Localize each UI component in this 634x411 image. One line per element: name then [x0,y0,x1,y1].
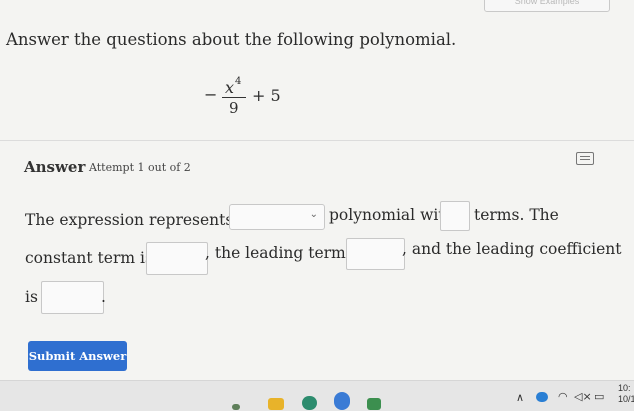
variable: x [225,78,235,97]
battery-icon[interactable]: ▭ [594,390,604,403]
clock-date: 10/1 [618,394,634,404]
denominator: 9 [229,99,239,117]
chrome-icon[interactable] [334,392,350,410]
polynomial-type-select[interactable]: ⌄ [229,204,325,230]
sentence-part-7: is [25,288,38,306]
keyboard-icon[interactable] [576,152,594,165]
fraction-bar [222,97,246,98]
leading-coefficient-input[interactable] [41,281,104,314]
sentence-part-6: , and the leading coefficient [402,240,622,258]
submit-answer-button[interactable]: Submit Answer [28,341,127,371]
question-prompt: Answer the questions about the following… [6,30,457,49]
numerator: x4 [225,75,242,97]
attempt-counter: Attempt 1 out of 2 [89,161,191,174]
chevron-up-icon[interactable]: ∧ [516,391,524,404]
app-icon[interactable] [232,404,240,410]
sentence-part-1: The expression represents a [25,211,248,229]
clock[interactable]: 10: 10/1 [618,383,634,405]
answer-label: Answer [24,158,86,176]
clock-time: 10: [618,383,631,393]
page: Show Examples Answer the questions about… [0,0,634,380]
minus-sign: − [204,85,218,104]
cloud-icon[interactable] [536,392,548,402]
sentence-part-2: polynomial with [329,206,455,224]
number-of-terms-input[interactable] [440,201,470,231]
sentence-part-4: constant term is [25,249,153,267]
store-icon[interactable] [367,398,381,410]
constant-term: + 5 [252,86,281,105]
polynomial-expression: − x4 9 + 5 [204,72,294,120]
constant-term-input[interactable] [146,242,208,275]
sentence-part-5: , the leading term is [205,244,364,262]
exponent: 4 [235,75,242,87]
show-examples-button[interactable]: Show Examples [484,0,610,12]
wifi-icon[interactable]: ◠ [558,390,568,403]
sentence-part-8: . [101,288,106,306]
divider [0,140,634,141]
sentence-part-3: terms. The [474,206,559,224]
chevron-down-icon: ⌄ [309,209,318,220]
folder-icon[interactable] [268,398,284,410]
volume-icon[interactable]: ◁× [574,390,592,403]
edge-icon[interactable] [302,396,317,410]
leading-term-input[interactable] [346,238,405,270]
